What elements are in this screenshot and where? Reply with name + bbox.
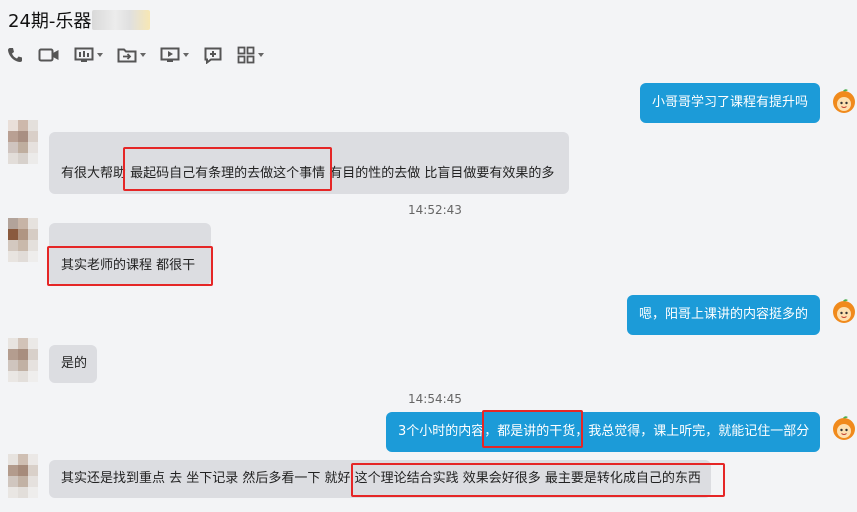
message-bubble-outgoing[interactable]: 3个小时的内容，都是讲的干货，我总觉得，课上听完，就能记住一部分: [386, 412, 820, 452]
timestamp: 14:54:45: [408, 392, 462, 406]
message-text: 嗯，阳哥上课讲的内容挺多的: [639, 307, 809, 322]
chevron-down-icon: [97, 53, 103, 57]
message-bubble-incoming[interactable]: 有很大帮助 最起码自己有条理的去做这个事情 有目的性的去做 比盲目做要有效果的多: [49, 132, 569, 194]
message-bubble-outgoing[interactable]: 嗯，阳哥上课讲的内容挺多的: [627, 295, 820, 335]
avatar[interactable]: [8, 454, 38, 498]
avatar-mosaic: [8, 218, 38, 262]
title-redacted-area: [92, 10, 150, 30]
message-bubble-incoming[interactable]: 其实还是找到重点 去 坐下记录 然后多看一下 就好 这个理论结合实践 效果会好很…: [49, 460, 711, 498]
message-text: 小哥哥学习了课程有提升吗: [652, 95, 809, 110]
folder-transfer-icon: [117, 48, 137, 63]
phone-icon: [8, 48, 22, 62]
timestamp: 14:52:43: [408, 203, 462, 217]
voice-call-button[interactable]: [6, 46, 24, 64]
apps-grid-icon: [237, 46, 255, 64]
message-bubble-outgoing[interactable]: 小哥哥学习了课程有提升吗: [640, 83, 820, 123]
video-camera-icon: [38, 48, 59, 62]
screen-share-icon: [74, 47, 94, 62]
message-text: 有很大帮助 最起码自己有条理的去做这个事情 有目的性的去做 比盲目做要有效果的多: [61, 166, 555, 181]
share-screen-button[interactable]: [74, 46, 103, 64]
message-text: 3个小时的内容，都是讲的干货，我总觉得，课上听完，就能记住一部分: [398, 424, 810, 439]
avatar-mosaic: [8, 338, 38, 382]
message-bubble-incoming[interactable]: 其实老师的课程 都很干: [49, 223, 211, 285]
remote-desktop-button[interactable]: [160, 46, 189, 64]
message-text: 是的: [61, 356, 88, 371]
message-bubble-incoming[interactable]: 是的: [49, 345, 97, 383]
chevron-down-icon: [183, 53, 189, 57]
orange-avatar-icon: [833, 416, 855, 440]
chat-title: 24期-乐器: [8, 11, 92, 32]
avatar-mosaic: [8, 454, 38, 498]
new-window-button[interactable]: [203, 46, 223, 64]
chevron-down-icon: [140, 53, 146, 57]
message-text: 其实还是找到重点 去 坐下记录 然后多看一下 就好 这个理论结合实践 效果会好很…: [61, 471, 701, 486]
avatar[interactable]: [831, 415, 857, 441]
avatar-mosaic: [8, 120, 38, 164]
message-list[interactable]: 小哥哥学习了课程有提升吗 有很大帮助 最起码自己有条理的去做这个事情 有目的性的…: [0, 70, 857, 512]
chat-toolbar: [6, 44, 278, 66]
title-bar: 24期-乐器: [0, 0, 857, 40]
avatar[interactable]: [8, 120, 38, 164]
orange-avatar-icon: [833, 89, 855, 113]
add-window-icon: [204, 47, 222, 64]
avatar[interactable]: [8, 338, 38, 382]
avatar[interactable]: [831, 88, 857, 114]
send-file-button[interactable]: [117, 46, 146, 64]
video-call-button[interactable]: [38, 46, 60, 64]
chevron-down-icon: [258, 53, 264, 57]
avatar[interactable]: [831, 298, 857, 324]
apps-button[interactable]: [237, 46, 264, 64]
remote-desktop-icon: [160, 47, 180, 62]
avatar[interactable]: [8, 218, 38, 262]
message-text: 其实老师的课程 都很干: [61, 258, 196, 273]
orange-avatar-icon: [833, 299, 855, 323]
